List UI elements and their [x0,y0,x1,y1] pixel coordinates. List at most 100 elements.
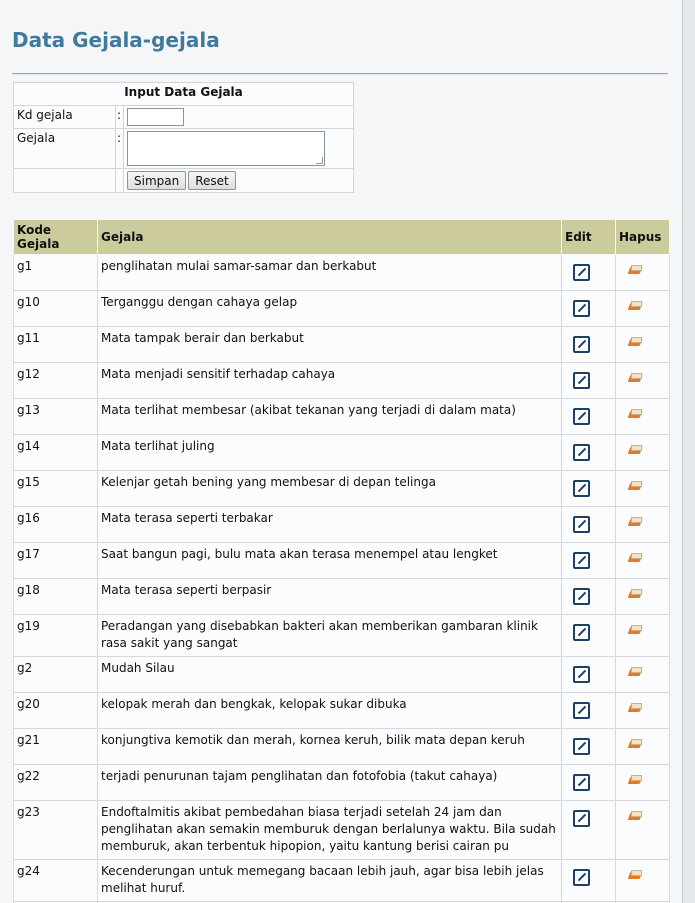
hapus-cell [615,578,670,615]
input-form: Input Data Gejala Kd gejala : Gejala : S… [13,82,354,193]
table-row: g19 Peradangan yang disebabkan bakteri ak… [13,614,670,657]
edit-cell [561,728,616,765]
table-row: g14 Mata terlihat juling [13,434,670,471]
gejala-cell: Kecenderungan untuk memegang bacaan lebi… [97,859,562,902]
delete-icon[interactable] [629,775,643,785]
edit-icon[interactable] [573,336,590,353]
table-row: g18 Mata terasa seperti berpasir [13,578,670,615]
hapus-cell [615,542,670,579]
delete-icon[interactable] [629,517,643,527]
edit-cell [561,398,616,435]
colon: : [115,128,124,169]
kode-cell: g1 [13,254,98,291]
gejala-cell: konjungtiva kemotik dan merah, kornea ke… [97,728,562,765]
table-row: g22 terjadi penurunan tajam penglihatan d… [13,764,670,801]
table-row: g13 Mata terlihat membesar (akibat tekana… [13,398,670,435]
kode-cell: g13 [13,398,98,435]
delete-icon[interactable] [629,589,643,599]
hapus-cell [615,398,670,435]
hapus-cell [615,692,670,729]
gejala-cell: Mudah Silau [97,656,562,693]
form-header: Input Data Gejala [13,82,354,106]
table-row: g2 Mudah Silau [13,656,670,693]
gejala-cell: Mata tampak berair dan berkabut [97,326,562,363]
edit-cell [561,859,616,902]
kode-cell: g20 [13,692,98,729]
kd-gejala-input[interactable] [127,108,184,126]
delete-icon[interactable] [629,667,643,677]
table-row: g1 penglihatan mulai samar-samar dan berk… [13,254,670,291]
edit-icon[interactable] [573,774,590,791]
edit-icon[interactable] [573,480,590,497]
gejala-textarea[interactable] [127,131,325,166]
kode-cell: g22 [13,764,98,801]
edit-cell [561,506,616,543]
delete-icon[interactable] [629,625,643,635]
kode-cell: g21 [13,728,98,765]
edit-icon[interactable] [573,300,590,317]
delete-icon[interactable] [629,265,643,275]
edit-cell [561,434,616,471]
gejala-cell: Mata terasa seperti berpasir [97,578,562,615]
gejala-cell: Terganggu dengan cahaya gelap [97,290,562,327]
edit-icon[interactable] [573,264,590,281]
edit-icon[interactable] [573,738,590,755]
delete-icon[interactable] [629,553,643,563]
gejala-cell: Kelenjar getah bening yang membesar di d… [97,470,562,507]
edit-cell [561,326,616,363]
hapus-cell [615,656,670,693]
edit-icon[interactable] [573,810,590,827]
edit-icon[interactable] [573,869,590,886]
hapus-cell [615,434,670,471]
table-row: g24 Kecenderungan untuk memegang bacaan l… [13,859,670,902]
hapus-cell [615,764,670,801]
table-row: g16 Mata terasa seperti terbakar [13,506,670,543]
gejala-cell: Mata terlihat membesar (akibat tekanan y… [97,398,562,435]
col-header-edit: Edit [561,219,616,255]
simpan-button[interactable]: Simpan [127,171,187,190]
reset-button[interactable]: Reset [188,171,236,190]
delete-icon[interactable] [629,301,643,311]
edit-icon[interactable] [573,372,590,389]
gejala-table: Kode Gejala Gejala Edit Hapus g1 pengliha… [13,219,670,903]
edit-icon[interactable] [573,516,590,533]
kode-cell: g16 [13,506,98,543]
edit-cell [561,542,616,579]
hapus-cell [615,362,670,399]
kode-cell: g12 [13,362,98,399]
delete-icon[interactable] [629,337,643,347]
delete-icon[interactable] [629,373,643,383]
edit-icon[interactable] [573,624,590,641]
hapus-cell [615,614,670,657]
delete-icon[interactable] [629,703,643,713]
delete-icon[interactable] [629,481,643,491]
table-row: g11 Mata tampak berair dan berkabut [13,326,670,363]
table-row: g23 Endoftalmitis akibat pembedahan biasa… [13,800,670,860]
hapus-cell [615,254,670,291]
gejala-label: Gejala [13,128,116,169]
delete-icon[interactable] [629,409,643,419]
edit-icon[interactable] [573,408,590,425]
delete-icon[interactable] [629,739,643,749]
table-row: g17 Saat bangun pagi, bulu mata akan tera… [13,542,670,579]
edit-cell [561,254,616,291]
col-header-kode: Kode Gejala [13,219,98,255]
edit-icon[interactable] [573,666,590,683]
edit-icon[interactable] [573,702,590,719]
edit-icon[interactable] [573,444,590,461]
kode-cell: g18 [13,578,98,615]
kode-cell: g10 [13,290,98,327]
delete-icon[interactable] [629,811,643,821]
table-row: g10 Terganggu dengan cahaya gelap [13,290,670,327]
delete-icon[interactable] [629,445,643,455]
gejala-cell: Mata menjadi sensitif terhadap cahaya [97,362,562,399]
edit-cell [561,614,616,657]
edit-cell [561,578,616,615]
gejala-cell: Endoftalmitis akibat pembedahan biasa te… [97,800,562,860]
delete-icon[interactable] [629,870,643,880]
scrollbar[interactable] [682,0,695,903]
hapus-cell [615,800,670,860]
edit-icon[interactable] [573,588,590,605]
edit-icon[interactable] [573,552,590,569]
gejala-cell: kelopak merah dan bengkak, kelopak sukar… [97,692,562,729]
